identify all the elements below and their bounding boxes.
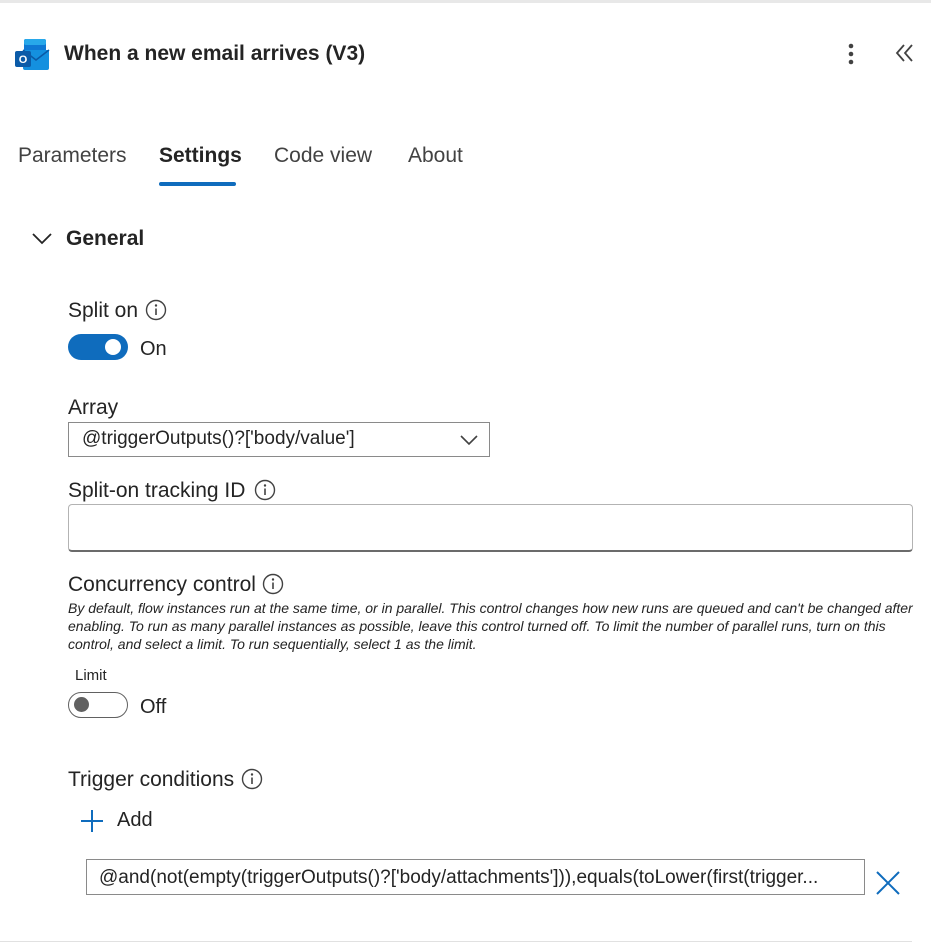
trigger-conditions-label: Trigger conditions xyxy=(68,768,235,791)
tracking-id-label: Split-on tracking ID xyxy=(68,479,246,502)
tab-code-view[interactable]: Code view xyxy=(274,144,372,168)
section-title-general[interactable]: General xyxy=(66,227,144,251)
split-on-state: On xyxy=(140,338,167,360)
collapse-panel-button[interactable] xyxy=(890,40,920,70)
info-icon[interactable] xyxy=(262,573,284,595)
limit-label: Limit xyxy=(75,667,107,684)
chevron-down-icon[interactable] xyxy=(30,226,54,250)
trigger-condition-value: @and(not(empty(triggerOutputs()?['body/a… xyxy=(99,867,819,888)
bottom-divider xyxy=(0,941,912,942)
info-icon[interactable] xyxy=(145,299,167,321)
double-chevron-left-icon xyxy=(895,44,913,62)
split-on-label: Split on xyxy=(68,299,139,322)
toggle-knob xyxy=(105,339,121,355)
more-vertical-icon xyxy=(848,43,854,65)
concurrency-state: Off xyxy=(140,696,167,718)
tab-parameters[interactable]: Parameters xyxy=(18,144,127,168)
split-on-toggle[interactable] xyxy=(68,334,128,360)
concurrency-description: By default, flow instances run at the sa… xyxy=(68,600,913,652)
page-title: When a new email arrives (V3) xyxy=(64,42,366,65)
tab-about[interactable]: About xyxy=(408,144,463,168)
info-icon[interactable] xyxy=(241,768,263,790)
tab-settings[interactable]: Settings xyxy=(159,144,242,168)
array-label: Array xyxy=(68,396,119,419)
array-dropdown[interactable]: @triggerOutputs()?['body/value'] xyxy=(68,422,490,457)
chevron-down-icon xyxy=(460,435,478,446)
concurrency-limit-toggle[interactable] xyxy=(68,692,128,718)
more-options-button[interactable] xyxy=(836,40,866,70)
array-value: @triggerOutputs()?['body/value'] xyxy=(82,428,355,449)
add-label: Add xyxy=(117,809,153,831)
concurrency-label: Concurrency control xyxy=(68,573,256,596)
trigger-condition-input[interactable]: @and(not(empty(triggerOutputs()?['body/a… xyxy=(86,859,865,895)
plus-icon xyxy=(81,810,103,832)
delete-condition-button[interactable] xyxy=(873,868,903,898)
top-divider xyxy=(0,0,931,3)
tracking-id-input[interactable] xyxy=(68,504,913,552)
info-icon[interactable] xyxy=(254,479,276,501)
active-tab-indicator xyxy=(159,182,236,186)
toggle-knob xyxy=(74,697,89,712)
close-icon xyxy=(876,871,900,895)
svg-text:O: O xyxy=(19,54,28,66)
outlook-icon: O xyxy=(14,38,50,72)
